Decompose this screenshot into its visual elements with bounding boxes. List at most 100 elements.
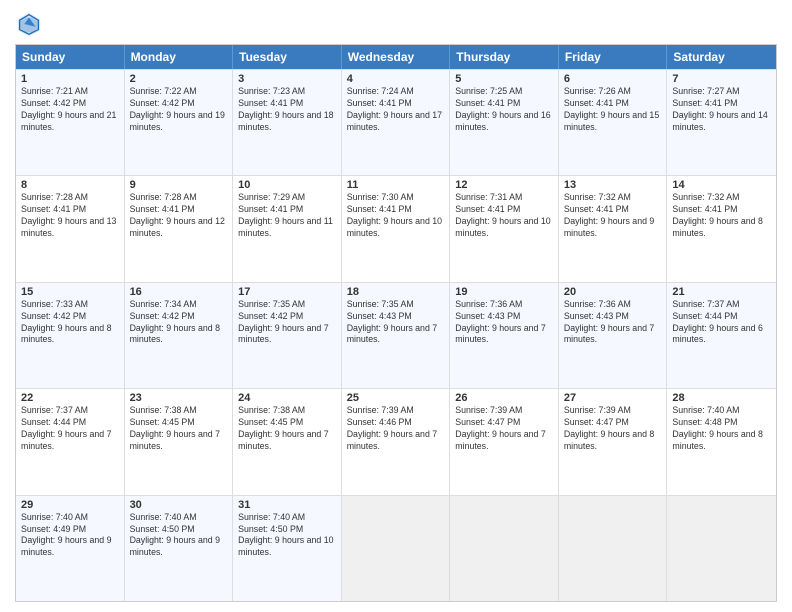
weekday-header: Thursday [450,45,559,69]
calendar-day-cell: 7Sunrise: 7:27 AMSunset: 4:41 PMDaylight… [667,70,776,175]
day-number: 19 [455,286,553,298]
day-info: Sunrise: 7:38 AMSunset: 4:45 PMDaylight:… [238,405,336,453]
calendar-day-cell: 17Sunrise: 7:35 AMSunset: 4:42 PMDayligh… [233,283,342,388]
weekday-header: Sunday [16,45,125,69]
day-info: Sunrise: 7:39 AMSunset: 4:47 PMDaylight:… [455,405,553,453]
day-info: Sunrise: 7:32 AMSunset: 4:41 PMDaylight:… [564,192,662,240]
logo-icon [15,10,43,38]
day-info: Sunrise: 7:34 AMSunset: 4:42 PMDaylight:… [130,299,228,347]
day-number: 15 [21,286,119,298]
calendar-day-cell: 3Sunrise: 7:23 AMSunset: 4:41 PMDaylight… [233,70,342,175]
calendar-day-cell: 22Sunrise: 7:37 AMSunset: 4:44 PMDayligh… [16,389,125,494]
day-info: Sunrise: 7:28 AMSunset: 4:41 PMDaylight:… [21,192,119,240]
day-info: Sunrise: 7:35 AMSunset: 4:43 PMDaylight:… [347,299,445,347]
weekday-header: Tuesday [233,45,342,69]
day-info: Sunrise: 7:40 AMSunset: 4:48 PMDaylight:… [672,405,771,453]
day-info: Sunrise: 7:37 AMSunset: 4:44 PMDaylight:… [672,299,771,347]
day-info: Sunrise: 7:21 AMSunset: 4:42 PMDaylight:… [21,86,119,134]
calendar-day-cell: 19Sunrise: 7:36 AMSunset: 4:43 PMDayligh… [450,283,559,388]
calendar-day-cell: 29Sunrise: 7:40 AMSunset: 4:49 PMDayligh… [16,496,125,601]
weekday-header: Wednesday [342,45,451,69]
header [15,10,777,38]
day-info: Sunrise: 7:37 AMSunset: 4:44 PMDaylight:… [21,405,119,453]
day-info: Sunrise: 7:36 AMSunset: 4:43 PMDaylight:… [455,299,553,347]
day-info: Sunrise: 7:33 AMSunset: 4:42 PMDaylight:… [21,299,119,347]
calendar-day-cell: 2Sunrise: 7:22 AMSunset: 4:42 PMDaylight… [125,70,234,175]
day-info: Sunrise: 7:36 AMSunset: 4:43 PMDaylight:… [564,299,662,347]
calendar-day-cell: 30Sunrise: 7:40 AMSunset: 4:50 PMDayligh… [125,496,234,601]
day-number: 10 [238,179,336,191]
calendar-day-cell: 27Sunrise: 7:39 AMSunset: 4:47 PMDayligh… [559,389,668,494]
day-number: 5 [455,73,553,85]
calendar-day-cell: 10Sunrise: 7:29 AMSunset: 4:41 PMDayligh… [233,176,342,281]
day-number: 20 [564,286,662,298]
calendar-row: 29Sunrise: 7:40 AMSunset: 4:49 PMDayligh… [16,495,776,601]
calendar-day-cell: 16Sunrise: 7:34 AMSunset: 4:42 PMDayligh… [125,283,234,388]
calendar-day-cell: 31Sunrise: 7:40 AMSunset: 4:50 PMDayligh… [233,496,342,601]
day-number: 14 [672,179,771,191]
day-number: 26 [455,392,553,404]
calendar-day-cell: 18Sunrise: 7:35 AMSunset: 4:43 PMDayligh… [342,283,451,388]
calendar-day-cell: 26Sunrise: 7:39 AMSunset: 4:47 PMDayligh… [450,389,559,494]
day-info: Sunrise: 7:25 AMSunset: 4:41 PMDaylight:… [455,86,553,134]
day-number: 8 [21,179,119,191]
day-info: Sunrise: 7:27 AMSunset: 4:41 PMDaylight:… [672,86,771,134]
calendar-day-cell: 14Sunrise: 7:32 AMSunset: 4:41 PMDayligh… [667,176,776,281]
weekday-header: Saturday [667,45,776,69]
day-number: 13 [564,179,662,191]
calendar-header: SundayMondayTuesdayWednesdayThursdayFrid… [16,45,776,69]
day-number: 18 [347,286,445,298]
day-number: 17 [238,286,336,298]
weekday-header: Friday [559,45,668,69]
day-info: Sunrise: 7:29 AMSunset: 4:41 PMDaylight:… [238,192,336,240]
calendar-row: 22Sunrise: 7:37 AMSunset: 4:44 PMDayligh… [16,388,776,494]
calendar-empty-cell [559,496,668,601]
day-info: Sunrise: 7:39 AMSunset: 4:46 PMDaylight:… [347,405,445,453]
calendar-day-cell: 28Sunrise: 7:40 AMSunset: 4:48 PMDayligh… [667,389,776,494]
day-number: 16 [130,286,228,298]
day-number: 9 [130,179,228,191]
day-number: 29 [21,499,119,511]
day-info: Sunrise: 7:38 AMSunset: 4:45 PMDaylight:… [130,405,228,453]
day-number: 27 [564,392,662,404]
calendar-row: 8Sunrise: 7:28 AMSunset: 4:41 PMDaylight… [16,175,776,281]
calendar-day-cell: 4Sunrise: 7:24 AMSunset: 4:41 PMDaylight… [342,70,451,175]
day-info: Sunrise: 7:24 AMSunset: 4:41 PMDaylight:… [347,86,445,134]
day-number: 22 [21,392,119,404]
day-info: Sunrise: 7:26 AMSunset: 4:41 PMDaylight:… [564,86,662,134]
logo [15,10,47,38]
day-number: 3 [238,73,336,85]
calendar-body: 1Sunrise: 7:21 AMSunset: 4:42 PMDaylight… [16,69,776,601]
day-info: Sunrise: 7:28 AMSunset: 4:41 PMDaylight:… [130,192,228,240]
day-info: Sunrise: 7:22 AMSunset: 4:42 PMDaylight:… [130,86,228,134]
day-info: Sunrise: 7:35 AMSunset: 4:42 PMDaylight:… [238,299,336,347]
calendar-empty-cell [342,496,451,601]
day-info: Sunrise: 7:31 AMSunset: 4:41 PMDaylight:… [455,192,553,240]
calendar-day-cell: 24Sunrise: 7:38 AMSunset: 4:45 PMDayligh… [233,389,342,494]
calendar-day-cell: 12Sunrise: 7:31 AMSunset: 4:41 PMDayligh… [450,176,559,281]
day-number: 21 [672,286,771,298]
day-number: 25 [347,392,445,404]
calendar-empty-cell [667,496,776,601]
day-info: Sunrise: 7:30 AMSunset: 4:41 PMDaylight:… [347,192,445,240]
calendar-day-cell: 20Sunrise: 7:36 AMSunset: 4:43 PMDayligh… [559,283,668,388]
calendar-day-cell: 1Sunrise: 7:21 AMSunset: 4:42 PMDaylight… [16,70,125,175]
day-number: 24 [238,392,336,404]
calendar-day-cell: 5Sunrise: 7:25 AMSunset: 4:41 PMDaylight… [450,70,559,175]
day-info: Sunrise: 7:39 AMSunset: 4:47 PMDaylight:… [564,405,662,453]
calendar-row: 1Sunrise: 7:21 AMSunset: 4:42 PMDaylight… [16,69,776,175]
calendar-day-cell: 15Sunrise: 7:33 AMSunset: 4:42 PMDayligh… [16,283,125,388]
day-info: Sunrise: 7:40 AMSunset: 4:50 PMDaylight:… [130,512,228,560]
day-number: 6 [564,73,662,85]
day-number: 11 [347,179,445,191]
day-number: 4 [347,73,445,85]
day-number: 28 [672,392,771,404]
calendar-row: 15Sunrise: 7:33 AMSunset: 4:42 PMDayligh… [16,282,776,388]
day-number: 1 [21,73,119,85]
day-number: 7 [672,73,771,85]
calendar-day-cell: 9Sunrise: 7:28 AMSunset: 4:41 PMDaylight… [125,176,234,281]
calendar-day-cell: 13Sunrise: 7:32 AMSunset: 4:41 PMDayligh… [559,176,668,281]
weekday-header: Monday [125,45,234,69]
day-info: Sunrise: 7:40 AMSunset: 4:50 PMDaylight:… [238,512,336,560]
calendar-empty-cell [450,496,559,601]
